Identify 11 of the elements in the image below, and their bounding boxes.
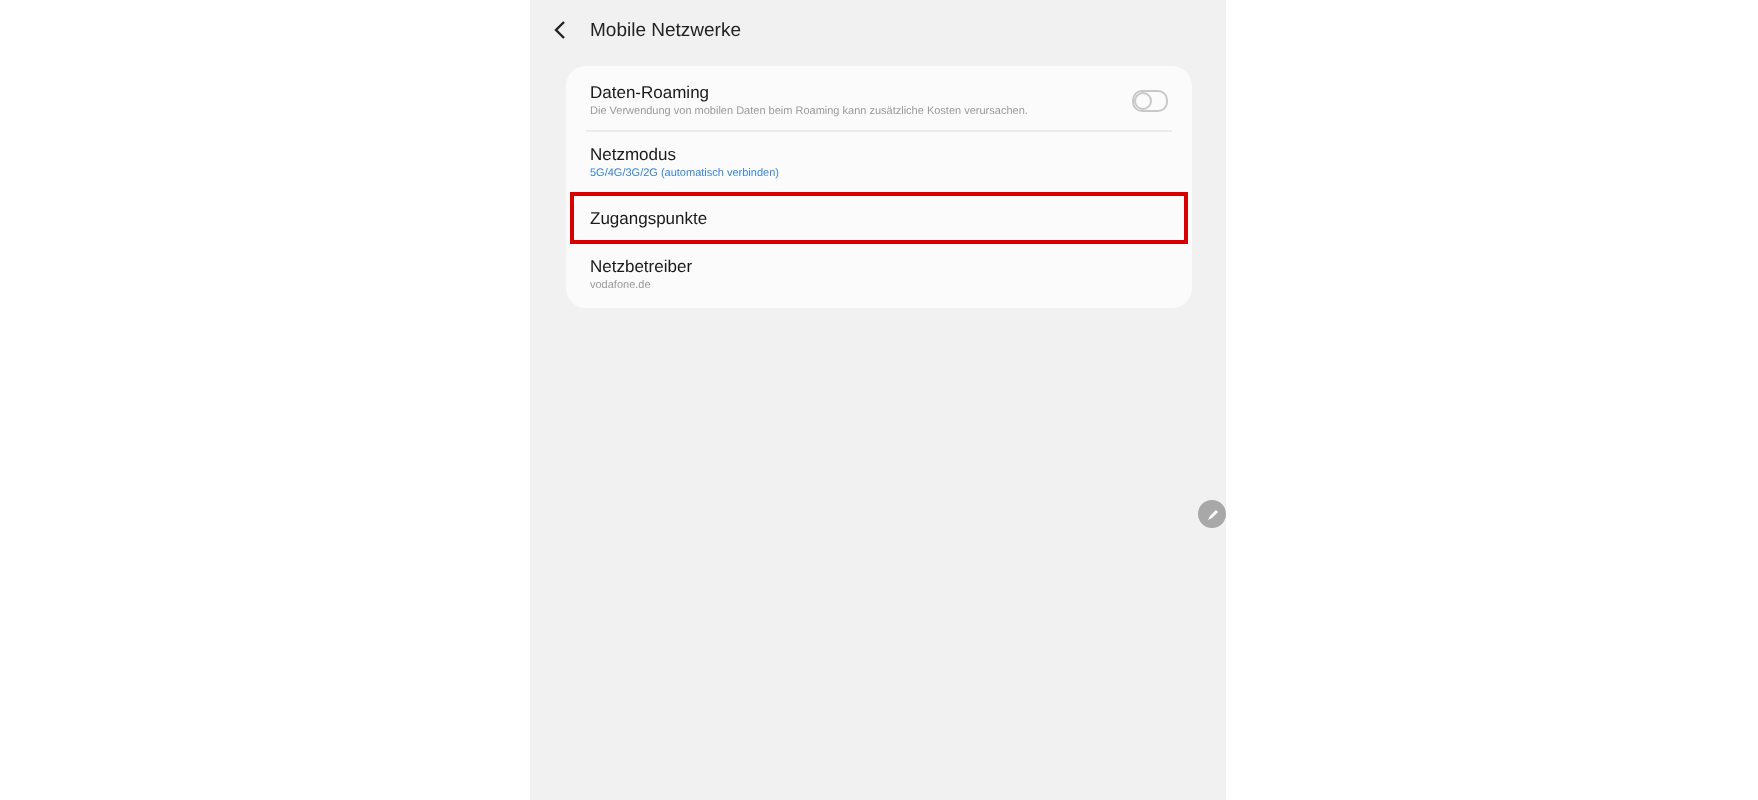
item-title: Daten-Roaming	[590, 82, 712, 102]
settings-item[interactable]: Zugangspunkte	[570, 192, 1188, 244]
item-title: Netzbetreiber	[590, 256, 693, 276]
item-title: Zugangspunkte	[590, 208, 708, 228]
item-title: Netzmodus	[590, 144, 678, 164]
back-button[interactable]	[550, 16, 570, 44]
page-title: Mobile Netzwerke	[590, 19, 741, 41]
pencil-icon	[1205, 507, 1219, 521]
edit-button[interactable]	[1198, 500, 1226, 528]
roaming-toggle[interactable]	[1132, 89, 1168, 111]
back-icon	[554, 20, 566, 40]
